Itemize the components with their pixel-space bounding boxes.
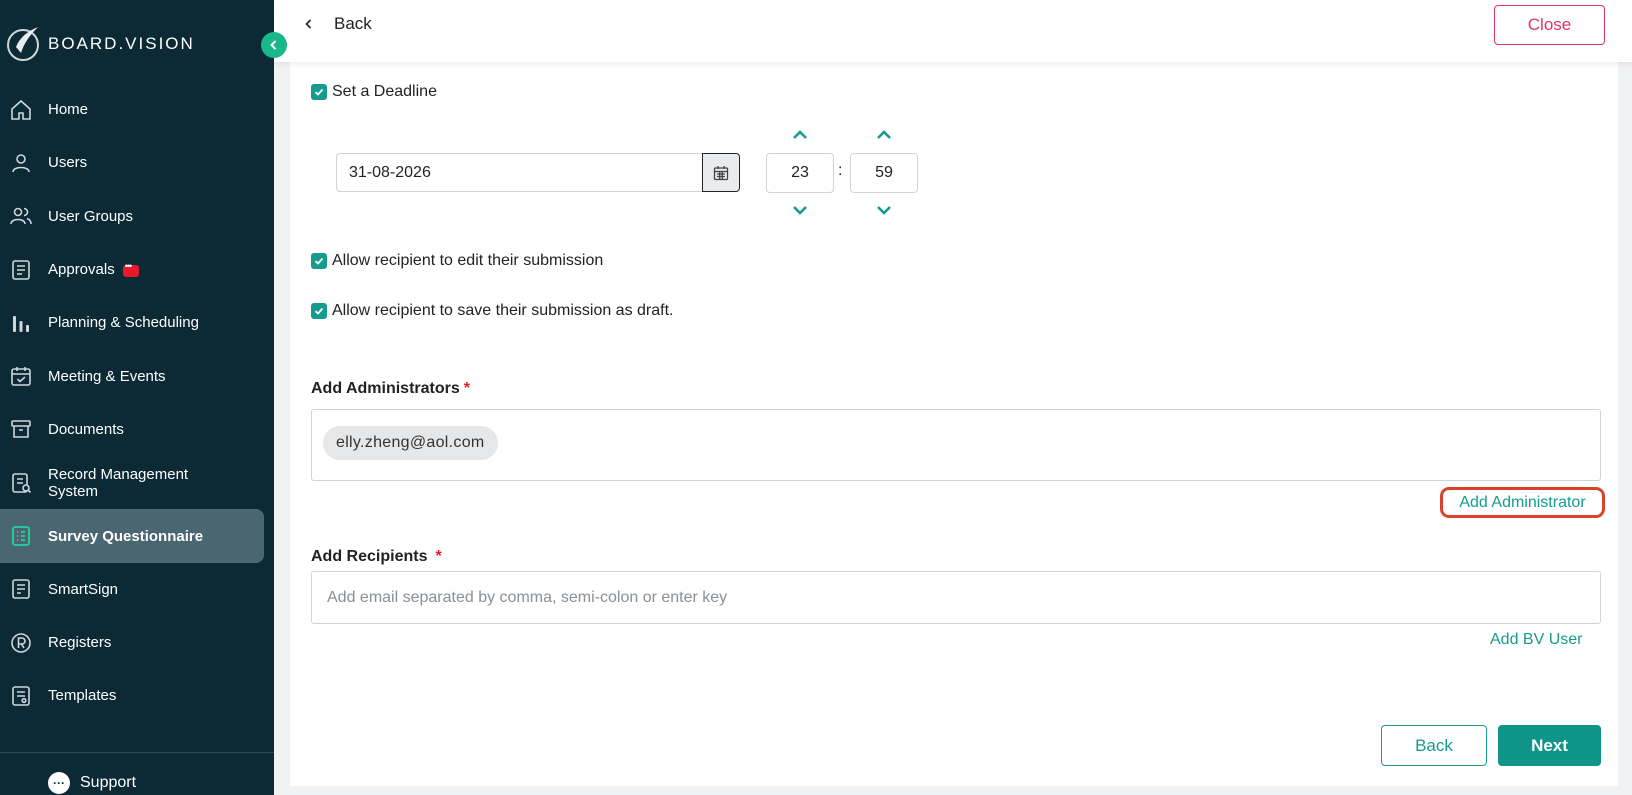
next-button[interactable]: Next <box>1498 725 1601 766</box>
add-administrator-link[interactable]: Add Administrator <box>1440 487 1605 518</box>
checkmark-icon <box>314 257 324 265</box>
sidebar-item-planning[interactable]: Planning & Scheduling <box>0 296 274 349</box>
deadline-date-input[interactable]: 31-08-2026 <box>336 153 702 192</box>
sidebar-item-label: Templates <box>48 687 117 705</box>
time-separator: : <box>838 162 843 179</box>
brand-logo[interactable]: BOARD.VISION <box>4 24 195 64</box>
sidebar-nav: Home Users User Groups Approvals Plan <box>0 83 274 723</box>
allow-edit-label: Allow recipient to edit their submission <box>332 252 604 269</box>
checkmark-icon <box>314 88 324 96</box>
add-bv-user-link[interactable]: Add BV User <box>1490 631 1582 649</box>
template-icon <box>8 683 34 709</box>
support-button[interactable]: ··· Support <box>48 772 136 794</box>
sidebar-item-label: Documents <box>48 420 124 438</box>
deadline-label: Set a Deadline <box>332 83 437 100</box>
chevron-left-icon <box>270 40 277 50</box>
record-icon <box>8 470 34 496</box>
sidebar-item-label: Approvals <box>48 261 115 279</box>
hour-increment-button[interactable] <box>790 128 810 142</box>
calendar-button[interactable] <box>702 153 740 192</box>
registered-icon <box>8 630 34 656</box>
chevron-left-icon <box>305 19 312 29</box>
sidebar-item-label: Planning & Scheduling <box>48 314 199 332</box>
recipients-section-title: Add Recipients * <box>311 548 442 566</box>
admins-title: Add Administrators <box>311 380 460 397</box>
brand-name: BOARD.VISION <box>48 34 195 53</box>
minute-increment-button[interactable] <box>874 128 894 142</box>
admin-chip[interactable]: elly.zheng@aol.com <box>323 426 498 460</box>
hour-decrement-button[interactable] <box>790 203 810 217</box>
sidebar-item-meetings[interactable]: Meeting & Events <box>0 349 274 402</box>
chevron-up-icon <box>793 130 807 139</box>
collapse-sidebar-button[interactable] <box>261 32 287 58</box>
sidebar-item-label: User Groups <box>48 207 134 225</box>
document-icon <box>8 257 34 283</box>
archive-icon <box>8 416 34 442</box>
sidebar-item-user-groups[interactable]: User Groups <box>0 190 274 243</box>
logo-mark-icon <box>7 27 39 61</box>
allow-draft-label: Allow recipient to save their submission… <box>332 302 674 319</box>
sign-icon <box>8 576 34 602</box>
sidebar: BOARD.VISION Home Users User Groups Appr… <box>0 0 274 795</box>
recipients-title: Add Recipients <box>311 548 428 565</box>
sidebar-item-survey[interactable]: Survey Questionnaire <box>0 509 264 563</box>
minute-input[interactable]: 59 <box>850 153 918 193</box>
sidebar-item-label: SmartSign <box>48 580 119 598</box>
sidebar-item-approvals[interactable]: Approvals <box>0 243 274 296</box>
sidebar-item-smartsign[interactable]: SmartSign <box>0 563 274 616</box>
minute-decrement-button[interactable] <box>874 203 894 217</box>
chevron-down-icon <box>793 206 807 215</box>
allow-draft-checkbox[interactable] <box>311 303 327 319</box>
sidebar-item-users[interactable]: Users <box>0 136 274 189</box>
chat-bubble-icon: ··· <box>48 772 70 794</box>
sidebar-item-label: Users <box>48 154 88 172</box>
sidebar-item-label: Registers <box>48 634 112 652</box>
back-link[interactable]: Back <box>304 14 372 34</box>
survey-icon <box>8 523 34 549</box>
close-button[interactable]: Close <box>1494 5 1605 45</box>
recipients-input[interactable] <box>311 571 1601 624</box>
sidebar-item-templates[interactable]: Templates <box>0 669 274 722</box>
calendar-icon <box>713 165 729 180</box>
hour-input[interactable]: 23 <box>766 153 834 193</box>
administrators-field[interactable]: elly.zheng@aol.com <box>311 409 1601 481</box>
bar-chart-icon <box>8 310 34 336</box>
sidebar-item-label: Record Management System <box>48 465 189 500</box>
sidebar-item-documents[interactable]: Documents <box>0 403 274 456</box>
sidebar-item-label: Survey Questionnaire <box>48 527 204 545</box>
required-mark: * <box>463 380 470 397</box>
calendar-check-icon <box>8 363 34 389</box>
home-icon <box>8 97 34 123</box>
sidebar-item-registers[interactable]: Registers <box>0 616 274 669</box>
sidebar-divider <box>0 752 274 753</box>
sidebar-item-label: Home <box>48 101 89 119</box>
sidebar-item-home[interactable]: Home <box>0 83 274 136</box>
sidebar-item-record-management[interactable]: Record Management System <box>0 456 274 509</box>
deadline-checkbox[interactable] <box>311 84 327 100</box>
allow-edit-checkbox[interactable] <box>311 253 327 269</box>
required-mark: * <box>435 548 442 565</box>
user-group-icon <box>8 203 34 229</box>
support-label: Support <box>80 774 137 791</box>
back-button[interactable]: Back <box>1381 725 1487 766</box>
admins-section-title: Add Administrators * <box>311 380 470 398</box>
chevron-down-icon <box>877 206 891 215</box>
checkmark-icon <box>314 307 324 315</box>
top-bar: Back Close <box>274 0 1632 62</box>
chat-badge-icon <box>122 261 139 277</box>
chevron-up-icon <box>877 130 891 139</box>
back-label: Back <box>334 14 372 33</box>
sidebar-item-label: Meeting & Events <box>48 367 166 385</box>
user-icon <box>8 150 34 176</box>
